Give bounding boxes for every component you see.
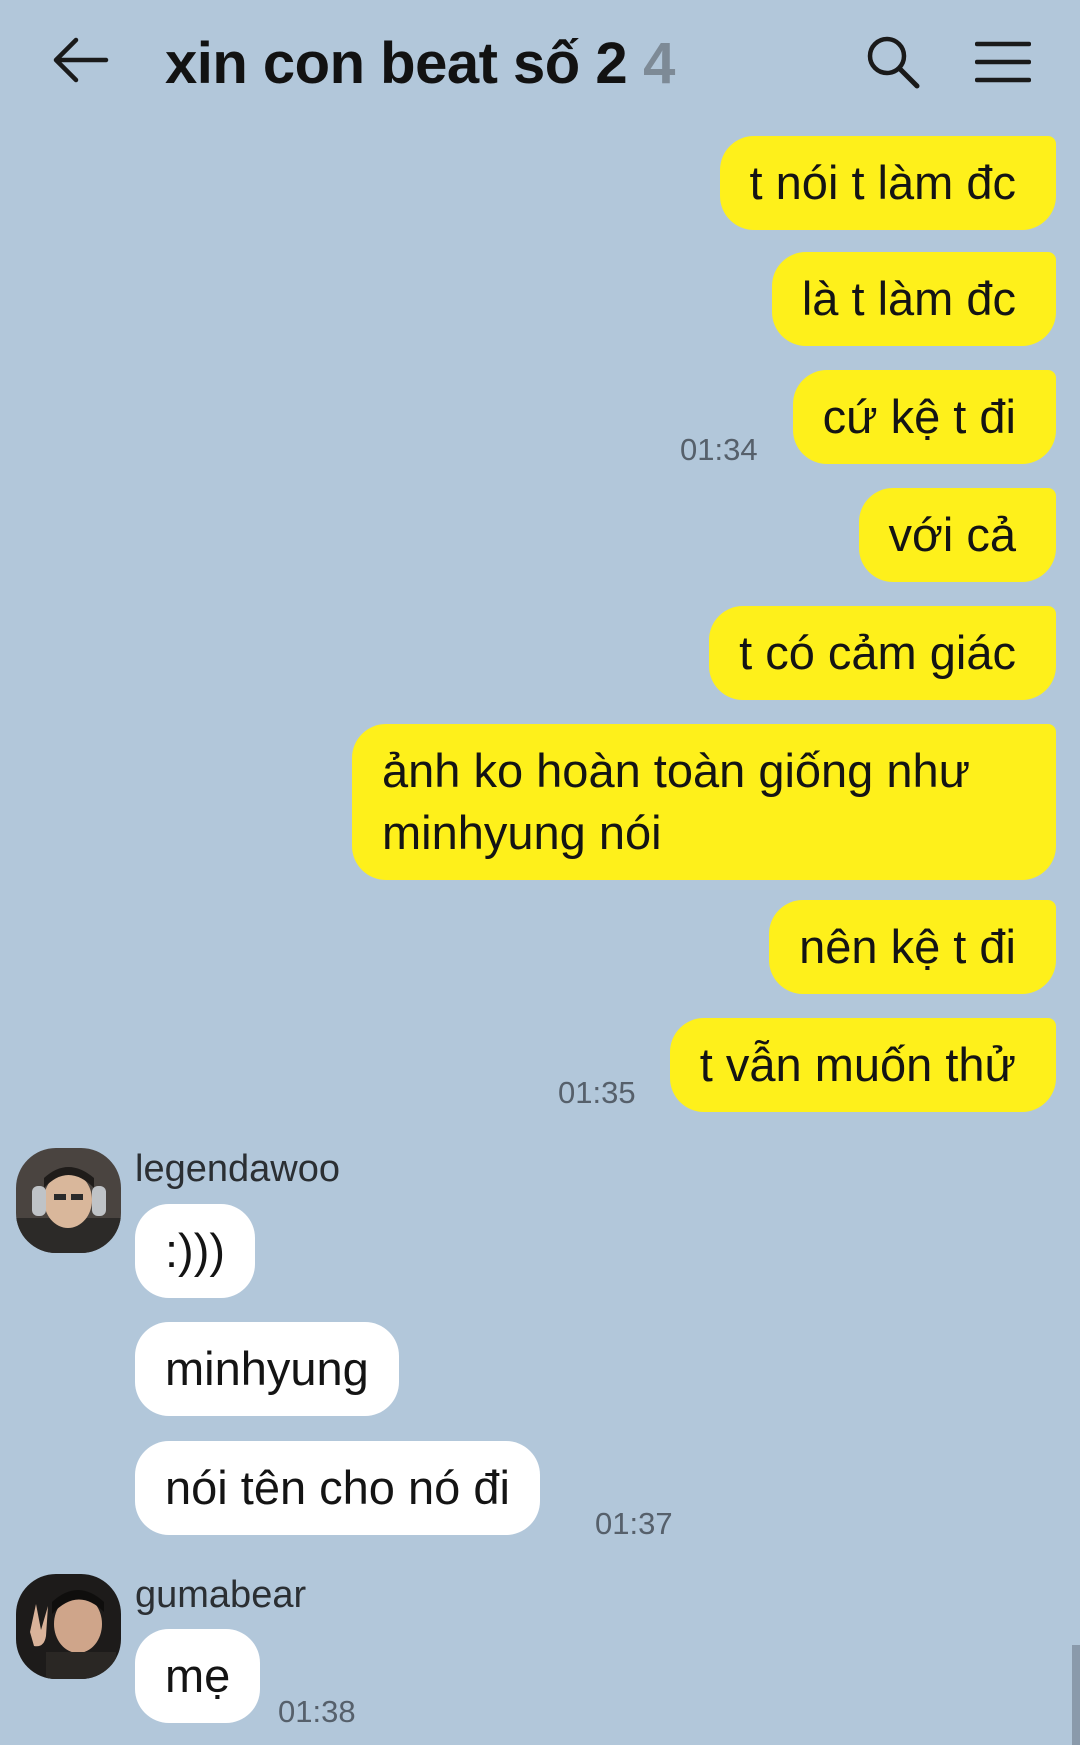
outgoing-message[interactable]: t nói t làm đc	[719, 136, 1056, 230]
message-timestamp: 01:38	[278, 1694, 356, 1729]
message-timestamp: 01:37	[595, 1506, 673, 1541]
outgoing-message[interactable]: ảnh ko hoàn toàn giống như minhyung nói	[352, 724, 1056, 880]
chat-title-text: xin con beat số 2	[165, 31, 628, 96]
avatar-photo-icon	[16, 1574, 121, 1679]
chat-header: xin con beat số 24	[0, 0, 1080, 125]
member-count: 4	[643, 31, 675, 96]
outgoing-message[interactable]: với cả	[858, 488, 1056, 582]
incoming-message[interactable]: minhyung	[135, 1322, 399, 1416]
search-icon[interactable]	[865, 34, 921, 90]
sender-name: gumabear	[135, 1574, 307, 1616]
sender-name: legendawoo	[135, 1148, 340, 1190]
incoming-message[interactable]: nói tên cho nó đi	[135, 1441, 540, 1535]
outgoing-message[interactable]: nên kệ t đi	[769, 900, 1056, 994]
avatar[interactable]	[16, 1574, 121, 1679]
scrollbar[interactable]	[1072, 1645, 1080, 1745]
back-arrow-icon[interactable]	[50, 36, 110, 84]
outgoing-message[interactable]: cứ kệ t đi	[792, 370, 1056, 464]
menu-icon[interactable]	[975, 40, 1031, 84]
incoming-message[interactable]: :)))	[135, 1204, 256, 1298]
message-timestamp: 01:35	[558, 1075, 636, 1110]
avatar[interactable]	[16, 1148, 121, 1253]
outgoing-message[interactable]: là t làm đc	[771, 252, 1056, 346]
chat-title: xin con beat số 24	[165, 30, 675, 97]
message-timestamp: 01:34	[680, 432, 758, 467]
outgoing-message[interactable]: t vẫn muốn thử	[669, 1018, 1056, 1112]
incoming-message[interactable]: mẹ	[135, 1629, 261, 1723]
outgoing-message[interactable]: t có cảm giác	[709, 606, 1056, 700]
avatar-photo-icon	[16, 1148, 121, 1253]
